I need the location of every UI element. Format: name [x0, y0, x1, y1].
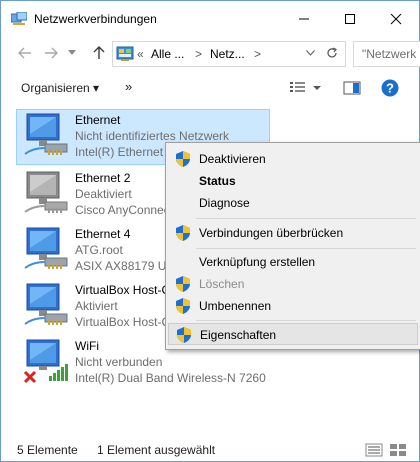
- item-device: Intel(R) Dual Band Wireless-N 7260: [75, 371, 266, 385]
- wifi-adapter-disconnected-icon: [23, 339, 68, 384]
- refresh-button[interactable]: [321, 42, 343, 64]
- view-details-icon: [290, 82, 321, 92]
- address-dropdown-button[interactable]: [299, 42, 321, 64]
- item-status: Nicht verbunden: [75, 355, 163, 369]
- close-icon: [390, 13, 402, 25]
- chevron-down-icon: [68, 50, 76, 55]
- forward-button[interactable]: [41, 43, 61, 63]
- back-button[interactable]: [15, 43, 35, 63]
- uac-shield-icon: [176, 276, 190, 292]
- refresh-icon: [327, 47, 337, 58]
- navigation-bar: « Alle ... > Netz... > "Netzwerk: [1, 37, 420, 69]
- command-bar: Organisieren ▾ » ?: [1, 73, 419, 103]
- menu-item-verknuepfung-erstellen[interactable]: Verknüpfung erstellen: [168, 251, 418, 273]
- more-commands-button[interactable]: »: [125, 79, 132, 94]
- menu-item-label: Verknüpfung erstellen: [199, 255, 316, 269]
- menu-item-label: Status: [199, 174, 236, 188]
- close-button[interactable]: [373, 1, 419, 37]
- uac-shield-icon: [177, 327, 191, 343]
- menu-item-label: Umbenennen: [199, 299, 272, 313]
- menu-item-label: Löschen: [199, 277, 245, 291]
- large-icons-view-icon: [390, 444, 406, 456]
- menu-item-eigenschaften[interactable]: Eigenschaften: [168, 323, 418, 345]
- menu-item-verbindungen-ueberbruecken[interactable]: Verbindungen überbrücken: [168, 222, 418, 244]
- up-button[interactable]: [89, 43, 109, 63]
- minimize-button[interactable]: [281, 1, 327, 37]
- details-view-button[interactable]: [365, 443, 383, 457]
- window-title: Netzwerkverbindungen: [34, 12, 157, 26]
- minimize-icon: [299, 18, 309, 20]
- breadcrumb-separator: >: [195, 47, 203, 61]
- menu-separator: [196, 218, 416, 219]
- menu-item-label: Verbindungen überbrücken: [199, 226, 344, 240]
- menu-item-umbenennen[interactable]: Umbenennen: [168, 295, 418, 317]
- preview-pane-button[interactable]: [343, 80, 361, 96]
- menu-item-loeschen: Löschen: [168, 273, 418, 295]
- status-bar: 5 Elemente 1 Element ausgewählt: [1, 439, 419, 461]
- breadcrumb-netz[interactable]: Netz...: [210, 47, 245, 61]
- arrow-up-icon: [93, 46, 105, 59]
- maximize-button[interactable]: [327, 1, 373, 37]
- network-connections-icon: [11, 12, 27, 25]
- title-bar: Netzwerkverbindungen: [1, 1, 419, 37]
- breadcrumb-separator: >: [254, 47, 262, 61]
- menu-item-deaktivieren[interactable]: Deaktivieren: [168, 148, 418, 170]
- arrow-left-icon: [18, 47, 31, 59]
- network-adapter-disabled-icon: [24, 171, 68, 213]
- address-chevrons[interactable]: «: [137, 47, 144, 61]
- item-name: Ethernet: [75, 113, 121, 127]
- help-button[interactable]: ?: [381, 79, 399, 97]
- maximize-icon: [345, 14, 355, 24]
- uac-shield-icon: [176, 151, 190, 167]
- preview-pane-icon: [343, 81, 361, 95]
- svg-text:?: ?: [386, 81, 394, 96]
- address-bar[interactable]: « Alle ... > Netz... >: [112, 41, 346, 67]
- arrow-right-icon: [45, 47, 58, 59]
- item-count: 5 Elemente: [17, 443, 78, 457]
- search-input[interactable]: "Netzwerk: [353, 41, 420, 67]
- uac-shield-icon: [176, 298, 190, 314]
- details-view-icon: [365, 443, 383, 457]
- breadcrumb-alle[interactable]: Alle ...: [151, 47, 184, 61]
- recent-locations-button[interactable]: [65, 43, 79, 63]
- menu-separator: [196, 248, 416, 249]
- menu-separator: [196, 320, 416, 321]
- menu-item-status[interactable]: Status: [168, 170, 418, 192]
- uac-shield-icon: [176, 225, 190, 241]
- menu-item-label: Diagnose: [199, 196, 250, 210]
- organize-button[interactable]: Organisieren ▾: [21, 81, 99, 95]
- change-view-button[interactable]: [289, 80, 323, 96]
- large-icons-view-button[interactable]: [389, 443, 407, 457]
- control-panel-icon: [116, 46, 134, 61]
- context-menu: Deaktivieren Status Diagnose Verbindunge…: [165, 142, 420, 350]
- network-adapter-icon: [24, 283, 68, 325]
- selection-count: 1 Element ausgewählt: [97, 443, 216, 457]
- search-placeholder: "Netzwerk: [362, 47, 417, 61]
- network-adapter-icon: [24, 113, 68, 155]
- network-adapter-icon: [24, 227, 68, 269]
- menu-item-label: Eigenschaften: [200, 328, 277, 342]
- menu-item-diagnose[interactable]: Diagnose: [168, 192, 418, 214]
- help-icon: ?: [381, 79, 399, 97]
- menu-item-label: Deaktivieren: [199, 152, 266, 166]
- chevron-down-icon: [305, 50, 315, 56]
